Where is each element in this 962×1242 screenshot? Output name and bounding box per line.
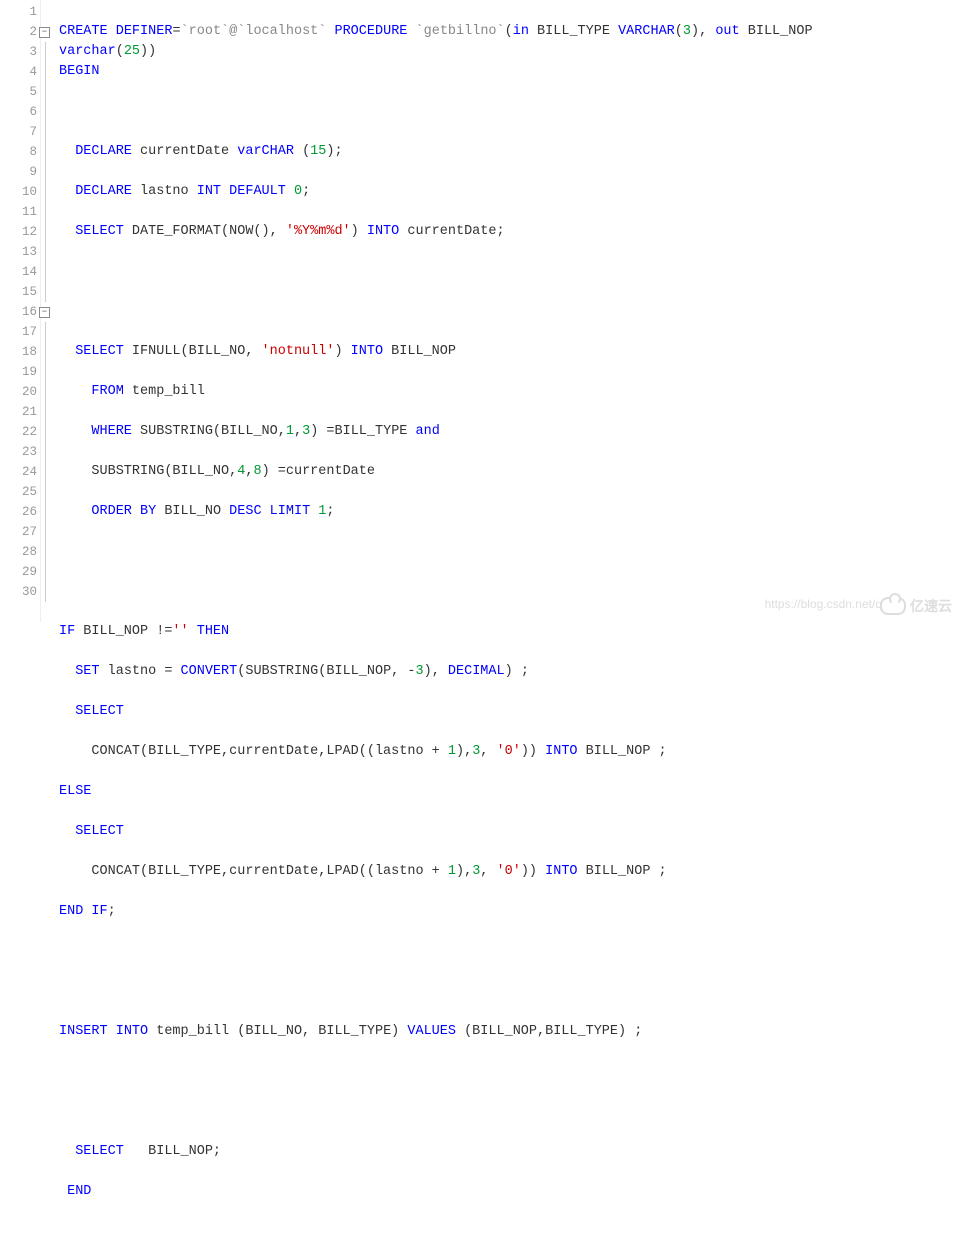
- code-line: BEGIN: [59, 62, 962, 82]
- line-number-gutter: 1 2− 3 4 5 6 7 8 9 10 11 12 13 14 15 16−…: [0, 0, 41, 622]
- code-line: INSERT INTO temp_bill (BILL_NO, BILL_TYP…: [59, 1022, 962, 1042]
- code-line: DECLARE currentDate varCHAR (15);: [59, 142, 962, 162]
- code-line: SELECT IFNULL(BILL_NO, 'notnull') INTO B…: [59, 342, 962, 362]
- code-line: SELECT: [59, 702, 962, 722]
- line-number: 14: [0, 262, 40, 282]
- line-number: 18: [0, 342, 40, 362]
- code-line: [59, 1102, 962, 1122]
- line-number: 8: [0, 142, 40, 162]
- code-line: ELSE: [59, 782, 962, 802]
- line-number: 17: [0, 322, 40, 342]
- code-line: [59, 302, 962, 322]
- line-number: 9: [0, 162, 40, 182]
- code-editor: 1 2− 3 4 5 6 7 8 9 10 11 12 13 14 15 16−…: [0, 0, 962, 622]
- line-number: 27: [0, 522, 40, 542]
- line-number: 12: [0, 222, 40, 242]
- code-line: CONCAT(BILL_TYPE,currentDate,LPAD((lastn…: [59, 742, 962, 762]
- code-line: SELECT BILL_NOP;: [59, 1142, 962, 1162]
- line-number: 30: [0, 582, 40, 602]
- code-line: [59, 102, 962, 122]
- code-line: END IF;: [59, 902, 962, 922]
- code-line: WHERE SUBSTRING(BILL_NO,1,3) =BILL_TYPE …: [59, 422, 962, 442]
- line-number: 6: [0, 102, 40, 122]
- code-line: [59, 1062, 962, 1082]
- line-number: 25: [0, 482, 40, 502]
- line-number: 10: [0, 182, 40, 202]
- code-line: IF BILL_NOP !='' THEN: [59, 622, 962, 642]
- line-number: 11: [0, 202, 40, 222]
- code-line: [59, 542, 962, 562]
- watermark-brand: 亿速云: [880, 596, 952, 616]
- code-line: END: [59, 1182, 962, 1202]
- line-number: 7: [0, 122, 40, 142]
- line-number: 28: [0, 542, 40, 562]
- line-number: 21: [0, 402, 40, 422]
- line-number: 29: [0, 562, 40, 582]
- code-line: FROM temp_bill: [59, 382, 962, 402]
- line-number: 26: [0, 502, 40, 522]
- fold-icon[interactable]: −: [39, 27, 50, 38]
- code-line: SELECT: [59, 822, 962, 842]
- cloud-icon: [880, 597, 906, 615]
- watermark-url: https://blog.csdn.net/q: [765, 594, 882, 614]
- line-number: 24: [0, 462, 40, 482]
- code-line: ORDER BY BILL_NO DESC LIMIT 1;: [59, 502, 962, 522]
- line-number: 23: [0, 442, 40, 462]
- code-line: SET lastno = CONVERT(SUBSTRING(BILL_NOP,…: [59, 662, 962, 682]
- line-number: 2−: [0, 22, 40, 42]
- code-line: [59, 982, 962, 1002]
- line-number: 4: [0, 62, 40, 82]
- line-number: 20: [0, 382, 40, 402]
- line-number: 15: [0, 282, 40, 302]
- code-line: DECLARE lastno INT DEFAULT 0;: [59, 182, 962, 202]
- code-line: [59, 262, 962, 282]
- code-line: CREATE DEFINER=`root`@`localhost` PROCED…: [59, 22, 962, 42]
- line-number: 16−: [0, 302, 40, 322]
- line-number: 19: [0, 362, 40, 382]
- line-number: 5: [0, 82, 40, 102]
- code-line: SUBSTRING(BILL_NO,4,8) =currentDate: [59, 462, 962, 482]
- code-line: [59, 942, 962, 962]
- line-number: 22: [0, 422, 40, 442]
- code-line: SELECT DATE_FORMAT(NOW(), '%Y%m%d') INTO…: [59, 222, 962, 242]
- code-line: CONCAT(BILL_TYPE,currentDate,LPAD((lastn…: [59, 862, 962, 882]
- code-area[interactable]: CREATE DEFINER=`root`@`localhost` PROCED…: [41, 0, 962, 622]
- line-number: 13: [0, 242, 40, 262]
- fold-icon[interactable]: −: [39, 307, 50, 318]
- line-number: 3: [0, 42, 40, 62]
- line-number: 1: [0, 2, 40, 22]
